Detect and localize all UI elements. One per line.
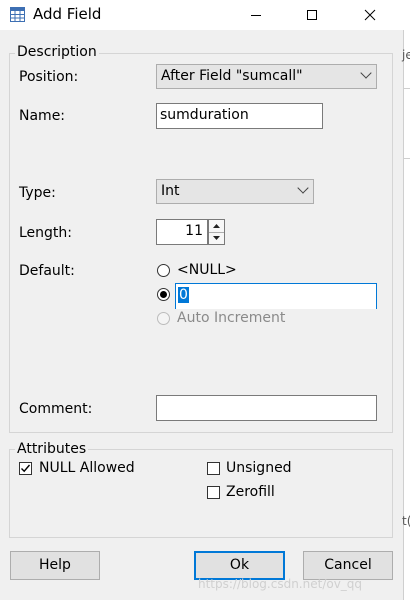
help-button[interactable]: Help (10, 551, 100, 580)
maximize-button[interactable] (290, 0, 334, 30)
default-null-radio[interactable] (157, 264, 170, 277)
name-value: sumduration (160, 107, 249, 123)
unsigned-checkbox[interactable] (207, 462, 220, 475)
chevron-down-icon (297, 182, 309, 194)
cancel-button[interactable]: Cancel (303, 551, 393, 580)
description-legend: Description (15, 44, 99, 60)
default-label: Default: (19, 263, 75, 279)
position-select[interactable]: After Field "sumcall" (156, 64, 377, 89)
auto-increment-radio[interactable] (157, 312, 170, 325)
table-icon (10, 7, 25, 22)
background-text: je (402, 48, 410, 62)
triangle-down-icon (213, 236, 220, 240)
close-button[interactable] (348, 0, 392, 30)
null-allowed-checkbox[interactable] (19, 462, 32, 475)
ok-button[interactable]: Ok (194, 551, 285, 580)
auto-increment-label: Auto Increment (177, 310, 286, 326)
background-divider (403, 88, 410, 89)
length-label: Length: (19, 225, 73, 241)
position-label: Position: (19, 69, 79, 85)
type-select[interactable]: Int (156, 179, 314, 204)
spin-down-button[interactable] (209, 232, 224, 244)
maximize-icon (307, 10, 317, 20)
name-input[interactable]: sumduration (156, 103, 323, 129)
attributes-legend: Attributes (15, 441, 89, 457)
position-value: After Field "sumcall" (161, 68, 303, 84)
zerofill-checkbox[interactable] (207, 486, 220, 499)
length-value: 11 (185, 223, 203, 239)
background-text: t( (402, 514, 410, 528)
comment-label: Comment: (19, 401, 93, 417)
triangle-up-icon (213, 224, 220, 228)
window-title: Add Field (33, 5, 102, 23)
background-window-edge: je t( (402, 30, 410, 600)
close-icon (364, 9, 376, 21)
title-bar[interactable]: Add Field (0, 0, 410, 30)
length-input[interactable]: 11 (156, 219, 208, 245)
default-value: 0 (178, 287, 189, 303)
type-label: Type: (19, 185, 56, 201)
default-value-input[interactable]: 0 (175, 283, 377, 309)
chevron-down-icon (360, 67, 372, 79)
watermark: https://blog.csdn.net/ov_qq (198, 577, 363, 591)
comment-input[interactable] (156, 395, 377, 421)
minimize-icon (251, 15, 261, 16)
unsigned-label: Unsigned (226, 460, 292, 476)
default-custom-radio[interactable] (157, 288, 170, 301)
type-value: Int (161, 183, 180, 199)
background-divider (403, 158, 410, 159)
length-spinner[interactable] (208, 219, 225, 245)
checkmark-icon (21, 464, 31, 473)
name-label: Name: (19, 108, 66, 124)
minimize-button[interactable] (234, 0, 278, 30)
default-null-label: <NULL> (177, 262, 237, 278)
null-allowed-label: NULL Allowed (39, 460, 135, 476)
zerofill-label: Zerofill (226, 484, 275, 500)
